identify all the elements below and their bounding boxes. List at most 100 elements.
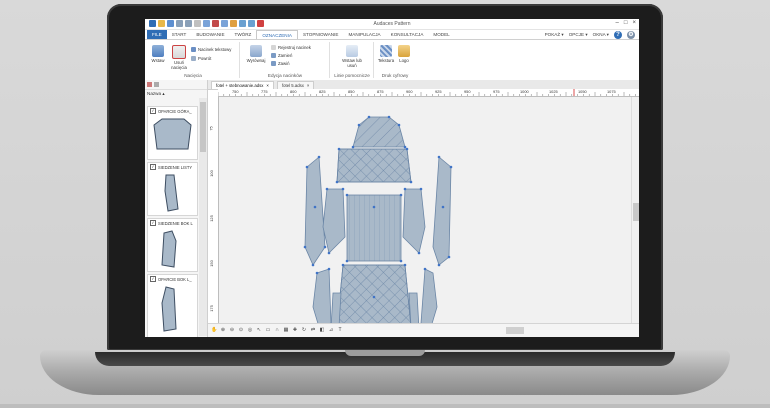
tab-oznaczenia[interactable]: OZNACZENIA (256, 29, 298, 40)
laptop-notch (345, 350, 425, 356)
ruler-top-label: 900 (406, 89, 413, 94)
close-tab-icon[interactable]: × (266, 83, 269, 88)
panel-header: Nazwa ▴ (147, 91, 165, 96)
ruler-left-label: 125 (208, 215, 214, 222)
panel-pin-icon[interactable] (154, 82, 159, 87)
piece-oparcie-bok-p (432, 156, 452, 266)
maximize-button[interactable]: □ (624, 20, 628, 26)
options-menu[interactable]: OPCJE ▾ (569, 32, 588, 38)
piece-card-3[interactable]: ✓ OPARCIE BOK L_ (147, 274, 198, 337)
wrap-button[interactable]: Zawiń (271, 61, 289, 66)
piece-card-0[interactable]: ✓ OPARCIE GÓRA_ (147, 106, 198, 160)
group-label-naciecia: Nacięcia (184, 73, 202, 78)
ruler-top-label: 1075 (607, 89, 616, 94)
piece-oparcie-bok-l (304, 156, 326, 266)
insert-notch-button[interactable]: Wstaw (149, 45, 167, 63)
ruler-top-label: 925 (435, 89, 442, 94)
canvas-vertical-scrollbar[interactable] (631, 97, 639, 323)
close-button[interactable]: × (632, 20, 636, 26)
group-linie: Wstaw lub usuń Linie pomocnicze (331, 42, 374, 78)
tab-stopniowanie[interactable]: STOPNIOWANIE (298, 30, 343, 39)
piece-skrzydlo-p (402, 188, 426, 254)
minimize-button[interactable]: – (616, 20, 619, 26)
close-tab-icon[interactable]: × (307, 83, 310, 88)
mirror-icon[interactable]: ⇄ (310, 327, 316, 333)
group-label-druk: Druk cyfrowy (381, 73, 409, 78)
select-area-icon[interactable]: ▭ (265, 327, 271, 333)
back-button[interactable]: Powrót (191, 56, 211, 61)
remove-notch-icon (172, 45, 186, 59)
swap-button[interactable]: Zamień (271, 53, 292, 58)
piece-thumbnail (161, 230, 177, 268)
piece-checkbox[interactable]: ✓ (150, 108, 156, 114)
panel-toolbar (145, 80, 207, 90)
align-button[interactable]: Wyrównaj (245, 45, 267, 63)
pan-icon[interactable]: ✋ (211, 327, 217, 333)
ruler-left-label: 75 (208, 126, 214, 131)
guide-lines-icon (346, 45, 358, 57)
text-notch-button[interactable]: Nacinek tekstowy (191, 47, 231, 52)
windows-menu[interactable]: OKNA ▾ (593, 32, 609, 38)
piece-oparcie-gora (352, 116, 406, 148)
layer-icon[interactable]: ◧ (319, 327, 325, 333)
tab-manipulacja[interactable]: MANIPULACJA (343, 30, 385, 39)
pattern-pieces[interactable] (219, 97, 631, 323)
register-icon (271, 45, 276, 50)
register-notch-button[interactable]: Rejestruj nacinek (271, 45, 311, 50)
piece-thumbnail (153, 118, 192, 150)
help-icon[interactable]: ? (614, 30, 622, 39)
ruler-top-label: 850 (348, 89, 355, 94)
tab-model[interactable]: MODEL (428, 30, 454, 39)
ruler-left: 75 100 125 150 175 (208, 96, 219, 323)
horizontal-scroll-thumb[interactable] (506, 327, 524, 334)
insert-remove-lines-button[interactable]: Wstaw lub usuń (337, 45, 367, 68)
tab-budowanie[interactable]: BUDOWANIE (191, 30, 229, 39)
show-menu[interactable]: POKAŻ ▾ (545, 32, 564, 38)
piece-checkbox[interactable]: ✓ (150, 164, 156, 170)
tab-start[interactable]: START (167, 30, 192, 39)
doc-tab-fotel-5[interactable]: fotel 5.adsx × (276, 81, 315, 89)
ruler-top-label: 875 (377, 89, 384, 94)
piece-siedzenie-bok-l (312, 268, 332, 323)
vertical-scroll-thumb[interactable] (633, 203, 639, 221)
zoom-out-icon[interactable]: ⊖ (229, 327, 235, 333)
pointer-icon[interactable]: ↖ (256, 327, 262, 333)
zoom-in-icon[interactable]: ⊕ (220, 327, 226, 333)
panel-scroll-thumb[interactable] (200, 102, 206, 152)
piece-thumbnail (164, 174, 179, 212)
group-druk: Tekstura Logo Druk cyfrowy (375, 42, 415, 78)
ruler-left-label: 100 (208, 170, 214, 177)
doc-tab-fotel-stebnowanie[interactable]: fotel + stebnowanie.adsx × (211, 81, 274, 89)
group-naciecia: Wstaw Usuń nacięcia Nacinek tekstowy Pow… (147, 42, 240, 78)
pattern-canvas[interactable] (219, 97, 631, 323)
piece-siedzenie-listy (346, 194, 402, 262)
piece-card-1[interactable]: ✓ SIEDZENIE LISTY (147, 162, 198, 216)
grid-icon[interactable]: ▦ (283, 327, 289, 333)
piece-checkbox[interactable]: ✓ (150, 220, 156, 226)
tab-konsultacja[interactable]: KONSULTACJA (386, 30, 429, 39)
ruler-top-label: 1050 (578, 89, 587, 94)
settings-icon[interactable]: ⚙ (627, 30, 635, 39)
rotate-icon[interactable]: ↻ (301, 327, 307, 333)
zoom-window-icon[interactable]: ⊙ (238, 327, 244, 333)
panel-close-icon[interactable] (147, 82, 152, 87)
ruler-top-label: 1000 (520, 89, 529, 94)
piece-card-2[interactable]: ✓ SIEDZENIE BOK L (147, 218, 198, 272)
piece-thumbnail (161, 286, 177, 332)
pieces-panel: Nazwa ▴ ✓ OPARCIE GÓRA_ ✓ SIEDZENIE LISTY … (145, 80, 208, 337)
logo-button[interactable]: Logo (396, 45, 412, 63)
zoom-fit-icon[interactable]: ◎ (247, 327, 253, 333)
piece-skrzydlo-l (322, 188, 346, 254)
piece-checkbox[interactable]: ✓ (150, 276, 156, 282)
text-icon[interactable]: T (337, 327, 343, 333)
remove-notches-button[interactable]: Usuń nacięcia (169, 45, 189, 70)
panel-scrollbar[interactable] (199, 98, 207, 336)
swap-icon (271, 53, 276, 58)
magnet-icon[interactable]: ∩ (274, 327, 280, 333)
tab-tworz[interactable]: TWÓRZ (230, 30, 257, 39)
measure-icon[interactable]: ⊿ (328, 327, 334, 333)
texture-button[interactable]: Tekstura (377, 45, 395, 63)
snap-icon[interactable]: ✚ (292, 327, 298, 333)
ruler-top-ticks (218, 89, 636, 96)
tab-file[interactable]: FILE (147, 30, 167, 39)
